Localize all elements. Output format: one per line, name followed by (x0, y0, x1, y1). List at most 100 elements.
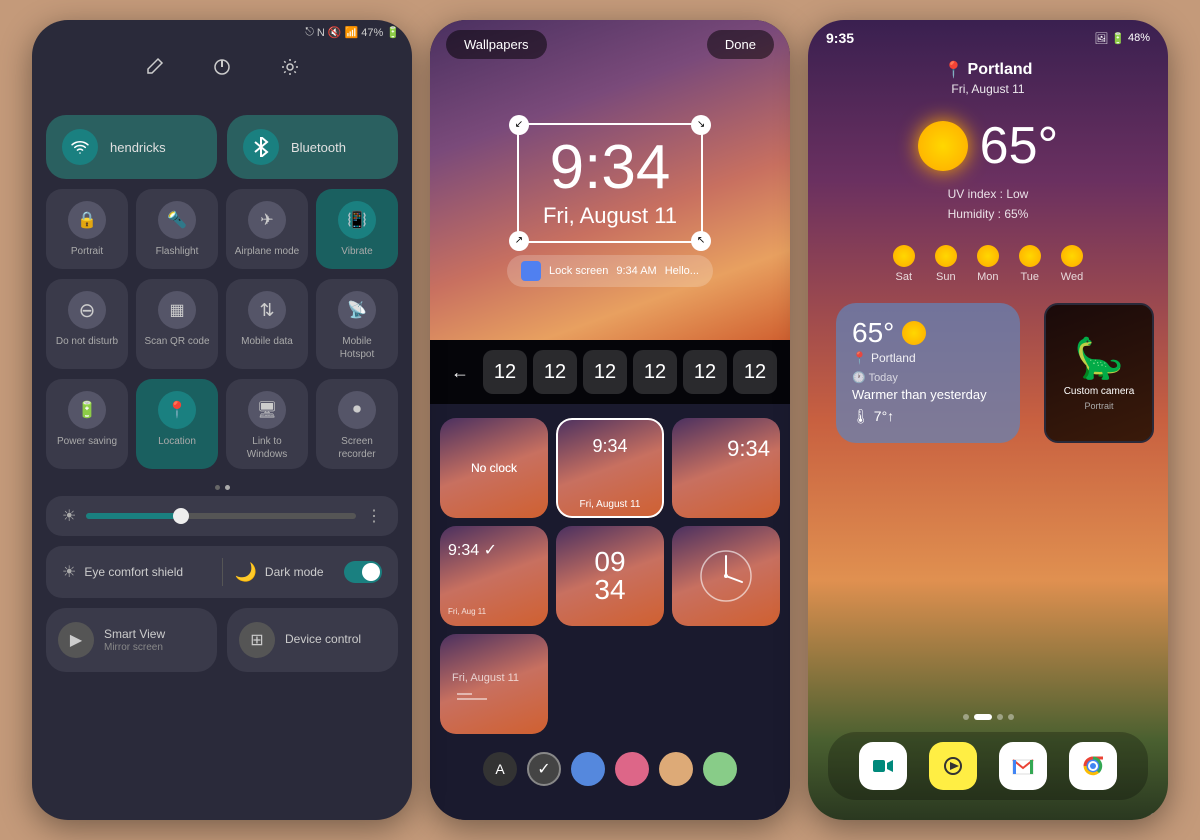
data-icon: ⇅ (248, 291, 286, 329)
forecast-sun-sat (893, 245, 915, 267)
dock-chrome[interactable]: Beta (1069, 742, 1117, 790)
clock-option-analog[interactable] (672, 526, 780, 626)
clock-option-no-clock[interactable]: No clock No clock (440, 418, 548, 518)
resize-tr[interactable]: ↘ (691, 115, 711, 135)
dock-gmail[interactable] (999, 742, 1047, 790)
smart-view-icon: ▶ (58, 622, 94, 658)
airplane-label: Airplane mode (235, 245, 299, 258)
brightness-control[interactable]: ☀ ⋮ (46, 496, 398, 536)
clock-option-digital-small[interactable]: Fri, August 11 9:34 (556, 418, 664, 518)
tiles-row-2: ⊖ Do not disturb ▦ Scan QR code ⇅ Mobile… (46, 279, 398, 369)
edit-button[interactable] (138, 51, 170, 83)
resize-tl[interactable]: ↙ (509, 115, 529, 135)
screen-recorder-icon: ⏺ (338, 391, 376, 429)
forecast-mon: Mon (977, 245, 999, 283)
color-letter-a[interactable]: A (483, 752, 517, 786)
dark-mode-item[interactable]: 🌙 Dark mode (235, 561, 383, 583)
done-button[interactable]: Done (707, 30, 774, 59)
flashlight-tile[interactable]: 🔦 Flashlight (136, 189, 218, 269)
resize-br[interactable]: ↖ (691, 231, 711, 251)
qr-tile[interactable]: ▦ Scan QR code (136, 279, 218, 369)
resize-bl[interactable]: ↗ (509, 231, 529, 251)
screen-recorder-tile[interactable]: ⏺ Screen recorder (316, 379, 398, 469)
brightness-menu-icon[interactable]: ⋮ (366, 506, 382, 526)
phones-container: ⎋ N 🔇 📶 47% 🔋 (12, 0, 1188, 840)
bluetooth-tile[interactable]: Bluetooth (227, 115, 398, 179)
notif-app-name: Lock screen (549, 265, 608, 277)
color-pink[interactable] (615, 752, 649, 786)
scroll-num-3[interactable]: 12 (583, 350, 627, 394)
status-bar-3: 9:35 🖼 🔋 48% (808, 20, 1168, 50)
clock-date-display: Fri, August 11 (543, 203, 677, 229)
wallpapers-button[interactable]: Wallpapers (446, 30, 547, 59)
bluetooth-status-icon: ⎋ (305, 26, 314, 39)
clock-time-display: 9:34 (543, 137, 677, 199)
clock-selection-box[interactable]: ↙ ↘ 9:34 Fri, August 11 ↗ ↖ (517, 123, 703, 243)
card-change: 🌡7°↑ (852, 408, 1004, 425)
mini-camera-label: Custom camera (1064, 386, 1135, 397)
weather-date: Fri, August 11 (808, 82, 1168, 96)
clock-scroll-row[interactable]: ← 12 12 12 12 12 12 (430, 340, 790, 404)
color-peach[interactable] (659, 752, 693, 786)
hotspot-tile[interactable]: 📡 Mobile Hotspot (316, 279, 398, 369)
qr-icon: ▦ (158, 291, 196, 329)
card-today: 🕐 Today (852, 371, 1004, 384)
location-label: Location (158, 435, 196, 448)
chrome-beta-badge: Beta (1150, 813, 1168, 820)
weather-main-display: 65° (808, 100, 1168, 184)
flashlight-label: Flashlight (156, 245, 199, 258)
quick-settings-content: hendricks Bluetooth 🔒 Portrait 🔦 Flash (32, 99, 412, 688)
settings-button[interactable] (274, 51, 306, 83)
toggle-knob (362, 563, 380, 581)
link-windows-tile[interactable]: 🖥 Link to Windows (226, 379, 308, 469)
device-control-tile[interactable]: ⊞ Device control (227, 608, 398, 672)
vibrate-tile[interactable]: 📳 Vibrate (316, 189, 398, 269)
clock-option-stacked[interactable]: 09 34 (556, 526, 664, 626)
clock-option-with-check[interactable]: 9:34 ✓ Fri, Aug 11 (440, 526, 548, 626)
dock-reels[interactable] (929, 742, 977, 790)
p3-battery-icon: 🔋 (1111, 32, 1125, 45)
forecast-row: Sat Sun Mon Tue Wed (808, 237, 1168, 295)
location-city: Portland (968, 61, 1033, 79)
comfort-row: ☀ Eye comfort shield 🌙 Dark mode (46, 546, 398, 598)
bluetooth-icon (243, 129, 279, 165)
portrait-tile[interactable]: 🔒 Portrait (46, 189, 128, 269)
scroll-num-4[interactable]: 12 (633, 350, 677, 394)
wallpaper-area: Wallpapers Done ↙ ↘ 9:34 Fri, August 11 … (430, 20, 790, 340)
brightness-bar[interactable] (86, 513, 356, 519)
forecast-sun-tue (1019, 245, 1041, 267)
eye-comfort-item[interactable]: ☀ Eye comfort shield (62, 562, 210, 582)
scroll-left-arrow[interactable]: ← (443, 362, 477, 383)
dock-meet[interactable] (859, 742, 907, 790)
nfc-icon: N (317, 27, 325, 39)
airplane-tile[interactable]: ✈ Airplane mode (226, 189, 308, 269)
wifi-tile[interactable]: hendricks (46, 115, 217, 179)
dnd-tile[interactable]: ⊖ Do not disturb (46, 279, 128, 369)
humidity: Humidity : 65% (808, 204, 1168, 224)
forecast-tue: Tue (1019, 245, 1041, 283)
location-tile[interactable]: 📍 Location (136, 379, 218, 469)
data-label: Mobile data (241, 335, 293, 348)
smart-view-tile[interactable]: ▶ Smart View Mirror screen (46, 608, 217, 672)
dark-mode-toggle[interactable] (344, 561, 382, 583)
power-saving-tile[interactable]: 🔋 Power saving (46, 379, 128, 469)
scroll-num-5[interactable]: 12 (683, 350, 727, 394)
smart-view-label: Smart View (104, 627, 165, 643)
color-check[interactable]: ✓ (527, 752, 561, 786)
scroll-num-2[interactable]: 12 (533, 350, 577, 394)
brightness-thumb[interactable] (173, 508, 189, 524)
color-blue[interactable] (571, 752, 605, 786)
scroll-num-1[interactable]: 12 (483, 350, 527, 394)
tiles-row-3: 🔋 Power saving 📍 Location 🖥 Link to Wind… (46, 379, 398, 469)
weather-detail-card[interactable]: 65° 📍Portland 🕐 Today Warmer than yester… (836, 303, 1020, 443)
data-tile[interactable]: ⇅ Mobile data (226, 279, 308, 369)
clock-option-digital-right[interactable]: 9:34 (672, 418, 780, 518)
check-date: Fri, Aug 11 (448, 607, 486, 616)
scroll-num-6[interactable]: 12 (733, 350, 777, 394)
forecast-sat: Sat (893, 245, 915, 283)
color-green[interactable] (703, 752, 737, 786)
power-button[interactable] (206, 51, 238, 83)
link-windows-label: Link to Windows (234, 435, 300, 461)
eye-comfort-label: Eye comfort shield (84, 565, 183, 579)
clock-option-minimal[interactable]: Fri, August 11 (440, 634, 548, 734)
